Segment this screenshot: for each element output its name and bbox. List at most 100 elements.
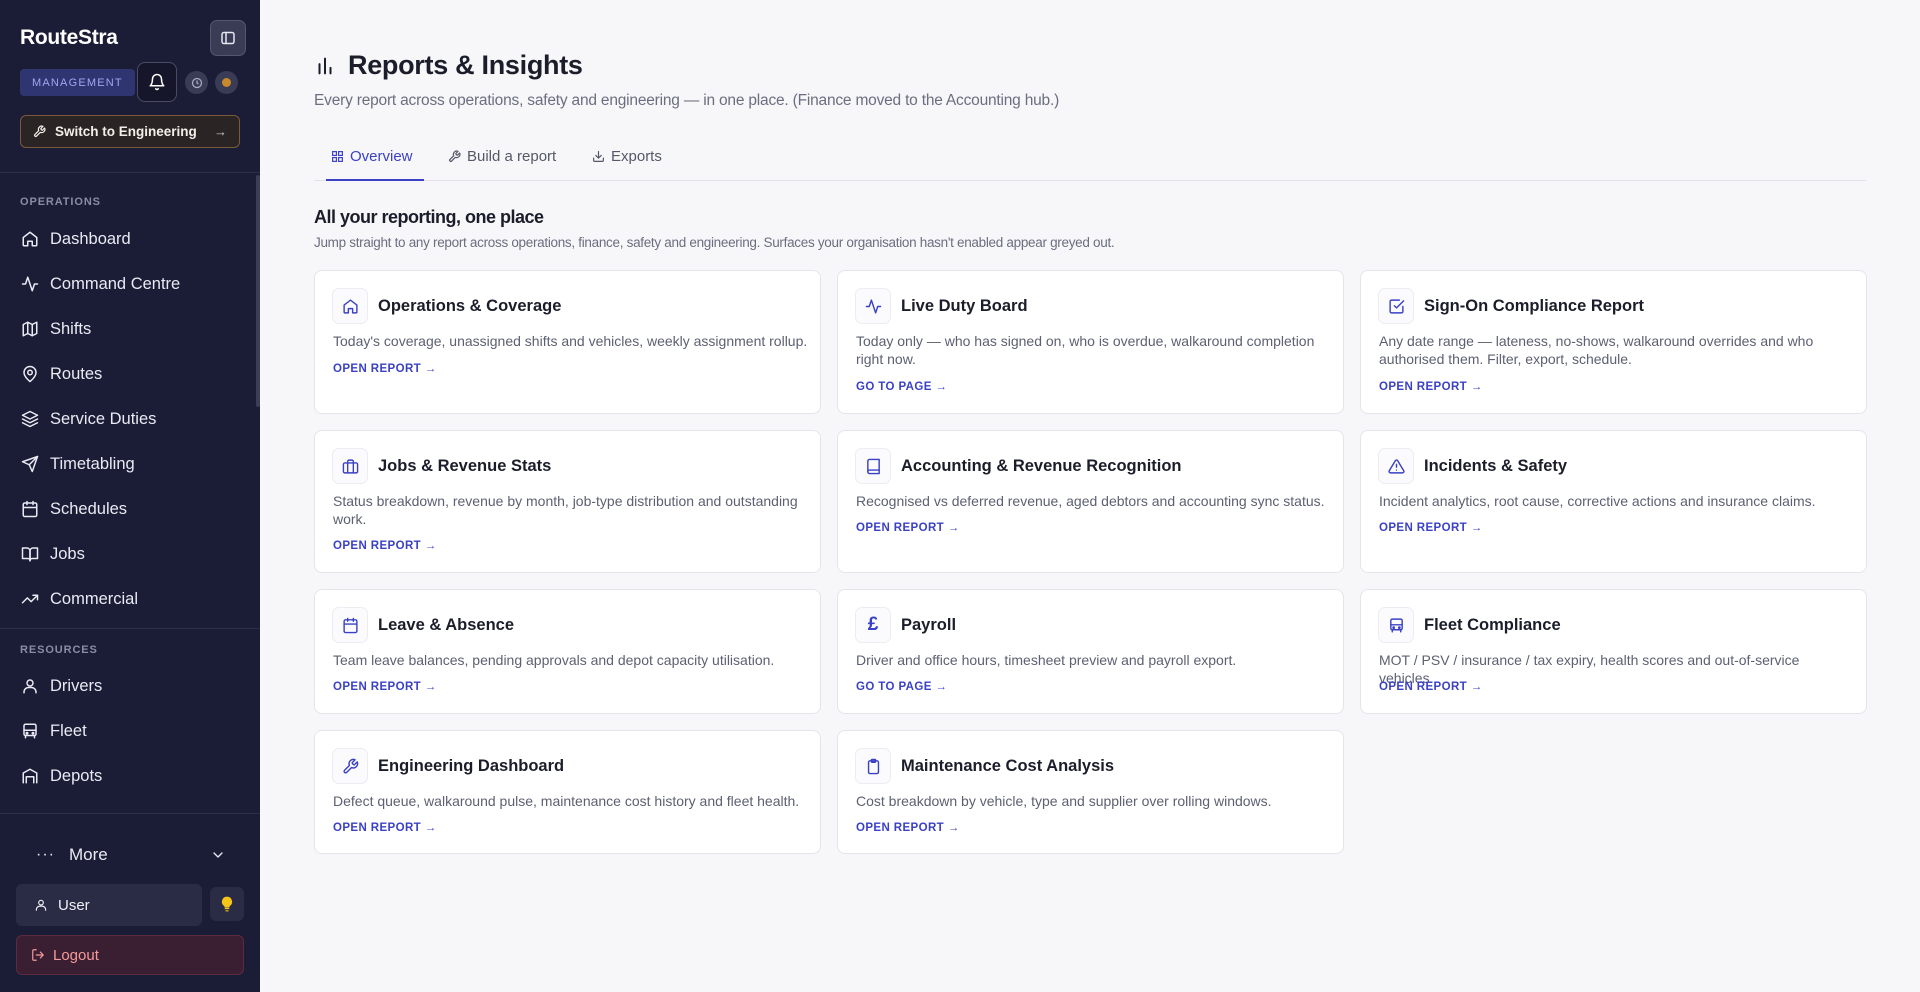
tips-button[interactable] [210, 887, 244, 921]
report-card-operations-coverage[interactable]: Operations & Coverage Today's coverage, … [314, 270, 821, 414]
card-title: Jobs & Revenue Stats [378, 457, 552, 475]
sidebar-item-label: Dashboard [50, 229, 131, 248]
card-title: Sign-On Compliance Report [1424, 297, 1645, 315]
card-description: Incident analytics, root cause, correcti… [1379, 493, 1816, 509]
sidebar-item-timetabling[interactable]: Timetabling [20, 447, 240, 481]
sidebar-item-label: Shifts [50, 319, 92, 338]
switch-label: Switch to Engineering [55, 124, 197, 139]
sidebar-item-label: Jobs [50, 544, 85, 563]
report-card-jobs-revenue-stats[interactable]: Jobs & Revenue Stats Status breakdown, r… [314, 430, 821, 573]
sidebar-toggle-icon [221, 31, 235, 45]
open-report-link[interactable]: OPEN REPORT → [856, 522, 960, 534]
sidebar-item-shifts[interactable]: Shifts [20, 312, 240, 346]
book-icon [20, 544, 40, 564]
card-title: Incidents & Safety [1424, 457, 1568, 475]
sidebar-item-drivers[interactable]: Drivers [20, 669, 240, 703]
user-button[interactable]: User [16, 884, 202, 926]
wrench-icon [332, 748, 368, 784]
sidebar-item-label: Timetabling [50, 454, 135, 473]
status-indicator-button[interactable] [215, 71, 238, 94]
report-card-engineering-dashboard[interactable]: Engineering Dashboard Defect queue, walk… [314, 730, 821, 854]
alert-triangle-icon [1378, 448, 1414, 484]
notifications-button[interactable] [137, 62, 177, 102]
section-label-resources: RESOURCES [20, 644, 98, 656]
open-report-link[interactable]: OPEN REPORT → [333, 540, 437, 552]
report-card-payroll[interactable]: £ Payroll Driver and office hours, times… [837, 589, 1344, 714]
card-description: Any date range — lateness, no-shows, wal… [1379, 333, 1814, 367]
sidebar-item-commercial[interactable]: Commercial [20, 582, 240, 616]
calendar-icon [332, 607, 368, 643]
sidebar-item-label: Routes [50, 364, 103, 383]
tab-exports[interactable]: Exports [592, 145, 662, 181]
report-card-live-duty-board[interactable]: Live Duty Board Today only — who has sig… [837, 270, 1344, 414]
report-card-leave-absence[interactable]: Leave & Absence Team leave balances, pen… [314, 589, 821, 714]
report-tabs: Overview Build a report Exports [314, 145, 1866, 181]
card-title: Live Duty Board [901, 297, 1028, 315]
wrench-icon [33, 125, 46, 138]
report-card-fleet-compliance[interactable]: Fleet Compliance MOT / PSV / insurance /… [1360, 589, 1867, 714]
bus-icon [1378, 607, 1414, 643]
tab-overview[interactable]: Overview [331, 145, 413, 181]
open-report-link[interactable]: OPEN REPORT → [333, 822, 437, 834]
sidebar-item-service-duties[interactable]: Service Duties [20, 402, 240, 436]
open-report-link[interactable]: OPEN REPORT → [1379, 522, 1483, 534]
sidebar-item-routes[interactable]: Routes [20, 357, 240, 391]
bell-icon [149, 73, 165, 91]
sidebar-item-label: Fleet [50, 721, 87, 740]
app-brand[interactable]: RouteStra [20, 26, 118, 50]
card-description: Cost breakdown by vehicle, type and supp… [856, 793, 1272, 809]
section-title: All your reporting, one place [314, 207, 544, 227]
sidebar-item-label: Depots [50, 766, 103, 785]
map-pin-icon [20, 364, 40, 384]
card-title: Leave & Absence [378, 616, 515, 634]
open-report-link[interactable]: OPEN REPORT → [856, 822, 960, 834]
clock-icon [191, 77, 202, 88]
sidebar-item-depots[interactable]: Depots [20, 759, 240, 793]
open-report-link[interactable]: OPEN REPORT → [333, 363, 437, 375]
section-label-operations: OPERATIONS [20, 196, 101, 208]
sidebar: RouteStra MANAGEMENT Switch to Engineeri… [0, 0, 260, 992]
sidebar-item-jobs[interactable]: Jobs [20, 537, 240, 571]
sidebar-item-dashboard[interactable]: Dashboard [20, 222, 240, 256]
report-card-maintenance-cost[interactable]: Maintenance Cost Analysis Cost breakdown… [837, 730, 1344, 854]
sidebar-item-command-centre[interactable]: Command Centre [20, 267, 240, 301]
logout-button[interactable]: Logout [16, 935, 244, 975]
download-icon [592, 150, 605, 163]
report-card-sign-on-compliance[interactable]: Sign-On Compliance Report Any date range… [1360, 270, 1867, 414]
sidebar-item-fleet[interactable]: Fleet [20, 714, 240, 748]
logout-label: Logout [53, 946, 99, 964]
layers-icon [20, 409, 40, 429]
sidebar-divider [0, 172, 260, 173]
open-report-link[interactable]: OPEN REPORT → [333, 681, 437, 693]
building-icon [20, 766, 40, 786]
home-icon [332, 288, 368, 324]
go-to-page-link[interactable]: GO TO PAGE → [856, 381, 947, 393]
card-title: Engineering Dashboard [378, 757, 565, 775]
sidebar-item-schedules[interactable]: Schedules [20, 492, 240, 526]
sidebar-item-label: Drivers [50, 676, 103, 695]
tab-build-a-report[interactable]: Build a report [448, 145, 556, 181]
active-tab-underline [326, 179, 424, 181]
open-report-link[interactable]: OPEN REPORT → [1379, 681, 1483, 693]
sidebar-item-label: Schedules [50, 499, 128, 518]
card-description: Defect queue, walkaround pulse, maintena… [333, 793, 800, 809]
clock-status-button[interactable] [185, 71, 208, 94]
more-menu-toggle[interactable]: ··· More [36, 842, 226, 868]
report-card-incidents-safety[interactable]: Incidents & Safety Incident analytics, r… [1360, 430, 1867, 573]
clipboard-icon [855, 748, 891, 784]
card-description: Team leave balances, pending approvals a… [333, 652, 775, 668]
calendar-icon [20, 499, 40, 519]
check-square-icon [1378, 288, 1414, 324]
report-card-accounting-revenue[interactable]: Accounting & Revenue Recognition Recogni… [837, 430, 1344, 573]
section-description: Jump straight to any report across opera… [314, 235, 1115, 250]
switch-to-engineering-button[interactable]: Switch to Engineering → [20, 115, 240, 148]
status-dot-icon [222, 78, 231, 87]
go-to-page-link[interactable]: GO TO PAGE → [856, 681, 947, 693]
open-report-link[interactable]: OPEN REPORT → [1379, 381, 1483, 393]
user-label: User [58, 896, 90, 914]
page-subtitle: Every report across operations, safety a… [314, 92, 1060, 109]
map-icon [20, 319, 40, 339]
collapse-sidebar-button[interactable] [210, 20, 246, 56]
tab-label: Exports [611, 148, 662, 165]
book-icon [855, 448, 891, 484]
